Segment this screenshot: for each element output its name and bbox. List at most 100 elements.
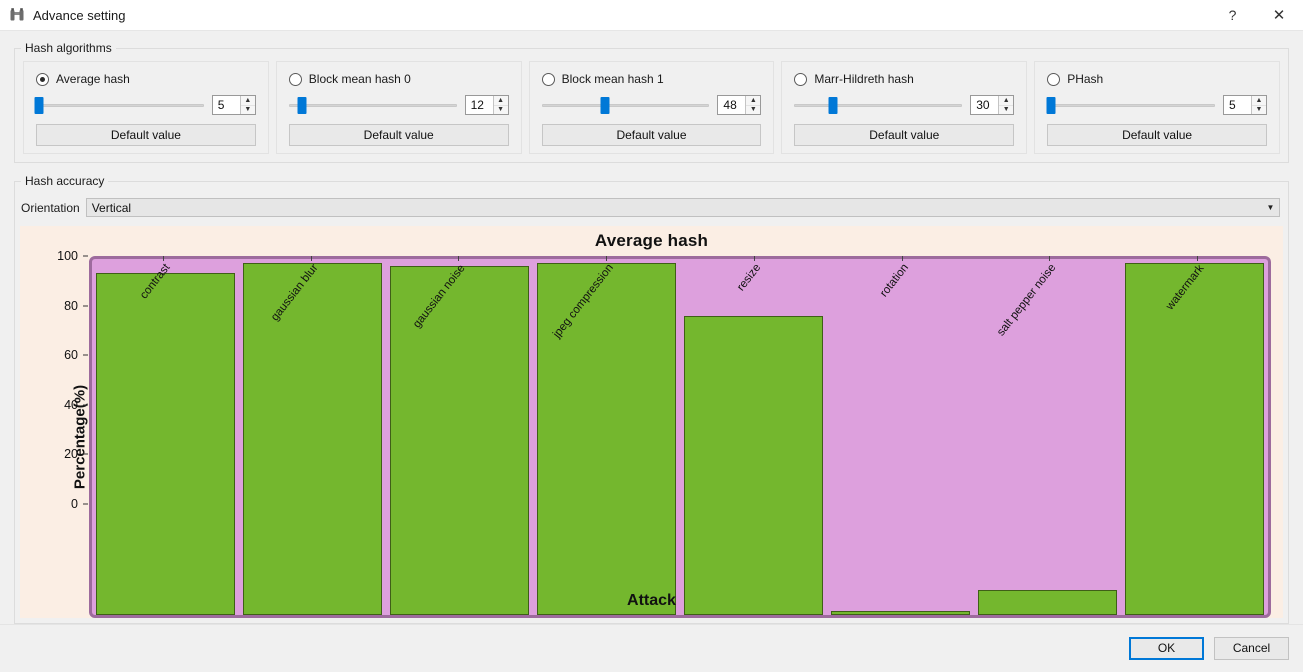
orientation-select[interactable]: Vertical ▼ <box>85 198 1280 217</box>
y-tick-mark-1 <box>83 453 88 455</box>
hash-algorithm-spinbox-2[interactable]: 48 ▲ ▼ <box>717 95 762 115</box>
x-tick-mark-2 <box>458 256 460 261</box>
hash-algorithm-slider-row-4: 5 ▲ ▼ <box>1046 95 1267 115</box>
spinbox-value-0: 5 <box>217 98 225 112</box>
spinbox-up-icon-2[interactable]: ▲ <box>746 96 761 106</box>
hash-algorithm-card-3: Marr-Hildreth hash 30 ▲ ▼ Default value <box>781 61 1028 154</box>
slider-groove-0 <box>36 104 204 107</box>
slider-groove-4 <box>1047 104 1215 107</box>
hash-algorithm-slider-3[interactable] <box>794 96 963 114</box>
help-button[interactable]: ? <box>1210 0 1255 31</box>
orientation-label: Orientation <box>21 200 80 215</box>
spinbox-up-icon-1[interactable]: ▲ <box>493 96 508 106</box>
hash-algorithm-radio-row-2[interactable]: Block mean hash 1 <box>541 72 762 86</box>
bar-1 <box>243 262 382 615</box>
spinbox-down-icon-3[interactable]: ▼ <box>999 106 1013 115</box>
hash-algorithm-card-0: Average hash 5 ▲ ▼ Default value <box>23 61 269 154</box>
y-tick-label-5: 100 <box>57 249 78 263</box>
slider-handle-0[interactable] <box>34 97 44 114</box>
hash-algorithm-slider-0[interactable] <box>34 96 204 114</box>
spinbox-down-icon-4[interactable]: ▼ <box>1252 106 1266 115</box>
hash-algorithm-slider-row-3: 30 ▲ ▼ <box>794 95 1015 115</box>
hash-algorithm-slider-1[interactable] <box>288 96 457 114</box>
hash-algorithm-label-2: Block mean hash 1 <box>561 72 664 86</box>
x-tick-mark-5 <box>901 256 903 261</box>
hash-algorithm-radio-row-3[interactable]: Marr-Hildreth hash <box>794 72 1014 86</box>
bar-cell-0 <box>92 259 239 615</box>
default-value-button-0[interactable]: Default value <box>36 124 256 146</box>
spinbox-up-icon-0[interactable]: ▲ <box>240 96 255 106</box>
y-tick-mark-2 <box>83 404 88 406</box>
y-tick-mark-4 <box>83 305 88 307</box>
x-axis-label: Attack <box>627 592 676 609</box>
hash-algorithm-radio-row-1[interactable]: Block mean hash 0 <box>288 72 509 86</box>
spinbox-value-1: 12 <box>470 98 484 112</box>
close-button[interactable]: ✕ <box>1255 0 1303 31</box>
y-tick-label-1: 20 <box>64 447 78 462</box>
spinbox-down-icon-1[interactable]: ▼ <box>494 106 508 115</box>
bar-3 <box>537 262 676 615</box>
default-value-button-3[interactable]: Default value <box>794 124 1015 146</box>
hash-algorithm-slider-row-0: 5 ▲ ▼ <box>34 95 256 115</box>
spinbox-arrows-1[interactable]: ▲ ▼ <box>492 96 508 115</box>
hash-algorithm-label-4: PHash <box>1067 72 1104 86</box>
bar-cell-6 <box>974 259 1121 615</box>
slider-groove-2 <box>541 104 710 107</box>
hash-algorithm-label-1: Block mean hash 0 <box>308 72 411 86</box>
accuracy-chart: Average hash Percentage(%) 0 20 40 60 80 100 … <box>20 226 1283 618</box>
chart-title: Average hash <box>594 231 709 250</box>
slider-handle-3[interactable] <box>828 97 838 114</box>
chevron-down-icon[interactable]: ▼ <box>1262 199 1279 216</box>
y-tick-label-0: 0 <box>71 497 78 511</box>
y-tick-mark-0 <box>83 503 88 505</box>
spinbox-arrows-4[interactable]: ▲ ▼ <box>1250 96 1266 115</box>
hash-algorithm-radio-row-4[interactable]: PHash <box>1047 72 1267 86</box>
spinbox-up-icon-4[interactable]: ▲ <box>1251 96 1266 106</box>
spinbox-arrows-3[interactable]: ▲ ▼ <box>998 96 1014 115</box>
hash-algorithm-slider-2[interactable] <box>541 96 710 114</box>
hash-algorithm-slider-row-2: 48 ▲ ▼ <box>541 95 762 115</box>
ok-button[interactable]: OK <box>1129 637 1204 660</box>
slider-handle-2[interactable] <box>600 97 610 114</box>
slider-groove-1 <box>288 104 457 107</box>
spinbox-up-icon-3[interactable]: ▲ <box>999 96 1014 106</box>
hash-algorithm-radio-row-0[interactable]: Average hash <box>36 72 256 86</box>
default-value-button-1[interactable]: Default value <box>288 124 509 146</box>
spinbox-arrows-2[interactable]: ▲ ▼ <box>745 96 761 115</box>
hash-algorithm-card-2: Block mean hash 1 48 ▲ ▼ Default value <box>528 61 775 154</box>
spinbox-value-4: 5 <box>1228 98 1236 112</box>
slider-handle-4[interactable] <box>1046 97 1056 114</box>
bar-7 <box>1125 262 1264 615</box>
default-value-button-4[interactable]: Default value <box>1047 124 1267 146</box>
hash-algorithm-label-3: Marr-Hildreth hash <box>814 72 914 86</box>
binoculars-icon <box>8 6 26 24</box>
x-tick-mark-6 <box>1049 256 1051 261</box>
cancel-button[interactable]: Cancel <box>1214 637 1289 660</box>
bar-cell-4 <box>680 259 827 615</box>
hash-algorithms-list: Average hash 5 ▲ ▼ Default value Block mean h… <box>23 61 1280 154</box>
hash-algorithm-spinbox-3[interactable]: 30 ▲ ▼ <box>970 95 1015 115</box>
bar-series <box>92 259 1268 615</box>
spinbox-down-icon-0[interactable]: ▼ <box>241 106 255 115</box>
bar-0 <box>96 273 235 615</box>
spinbox-down-icon-2[interactable]: ▼ <box>746 106 760 115</box>
hash-algorithm-slider-4[interactable] <box>1046 96 1215 114</box>
radio-0-icon[interactable] <box>36 72 49 86</box>
bar-2 <box>390 266 529 615</box>
x-tick-mark-1 <box>310 256 312 261</box>
default-value-button-2[interactable]: Default value <box>541 124 762 146</box>
slider-handle-1[interactable] <box>297 97 307 114</box>
radio-3-icon[interactable] <box>794 72 808 86</box>
spinbox-value-3: 30 <box>976 98 990 112</box>
hash-algorithm-spinbox-1[interactable]: 12 ▲ ▼ <box>464 95 509 115</box>
radio-1-icon[interactable] <box>288 72 302 86</box>
radio-4-icon[interactable] <box>1047 72 1061 86</box>
hash-algorithm-spinbox-4[interactable]: 5 ▲ ▼ <box>1222 95 1267 115</box>
hash-algorithm-card-1: Block mean hash 0 12 ▲ ▼ Default value <box>275 61 522 154</box>
title-bar: Advance setting ? ✕ <box>0 0 1303 31</box>
bar-cell-7 <box>1121 259 1268 615</box>
hash-algorithm-slider-row-1: 12 ▲ ▼ <box>288 95 509 115</box>
hash-algorithm-spinbox-0[interactable]: 5 ▲ ▼ <box>211 95 256 115</box>
radio-2-icon[interactable] <box>541 72 555 86</box>
spinbox-arrows-0[interactable]: ▲ ▼ <box>239 96 255 115</box>
